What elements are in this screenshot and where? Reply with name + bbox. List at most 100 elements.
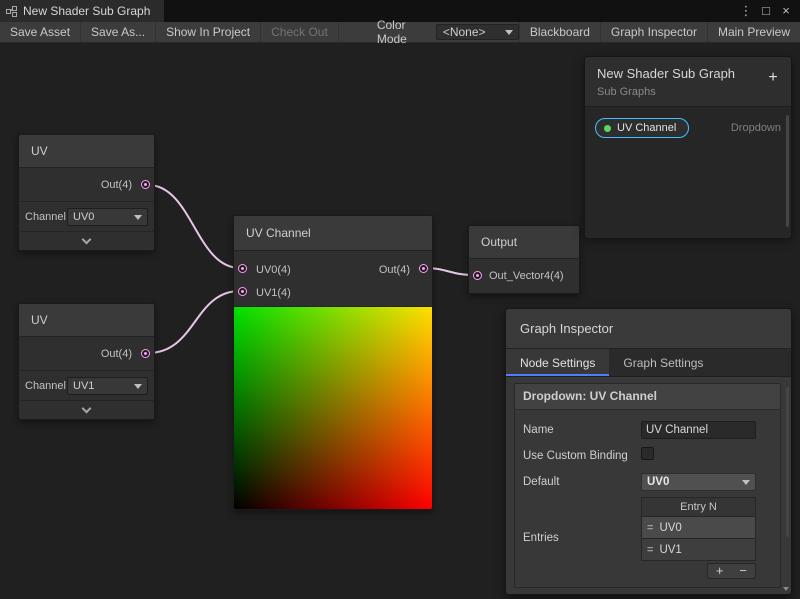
blackboard-header: New Shader Sub Graph Sub Graphs + xyxy=(585,57,791,107)
name-input[interactable] xyxy=(641,421,756,439)
check-out-button[interactable]: Check Out xyxy=(261,22,339,42)
port-label: UV1(4) xyxy=(256,287,291,299)
node-title[interactable]: UV xyxy=(19,304,154,337)
uv-channel-node[interactable]: UV Channel UV0(4) UV1(4) Out(4) xyxy=(233,215,433,510)
window-menu-icon[interactable]: ⋮ xyxy=(736,0,756,22)
save-as-button[interactable]: Save As... xyxy=(81,22,156,42)
uv-node-top[interactable]: UV Out(4) Channel UV0 xyxy=(18,134,155,251)
entry-value: UV1 xyxy=(659,544,681,556)
close-icon[interactable]: × xyxy=(776,0,796,22)
show-in-project-button[interactable]: Show In Project xyxy=(156,22,261,42)
chevron-down-icon xyxy=(82,403,92,413)
add-property-button[interactable]: + xyxy=(765,69,781,87)
out-port[interactable] xyxy=(419,264,428,273)
output-node[interactable]: Output Out_Vector4(4) xyxy=(468,225,580,294)
color-mode-value: <None> xyxy=(443,25,486,39)
node-title[interactable]: UV Channel xyxy=(234,216,432,251)
toolbar-right-group: Blackboard Graph Inspector Main Preview xyxy=(519,22,800,42)
channel-value: UV1 xyxy=(73,380,94,392)
output-port-row: Out(4) xyxy=(19,337,154,370)
chevron-down-icon xyxy=(505,30,513,35)
name-label: Name xyxy=(523,423,641,437)
entry-list-header: Entry N xyxy=(641,497,756,517)
port-label: Out_Vector4(4) xyxy=(489,270,564,282)
wire-uv0[interactable] xyxy=(148,185,240,268)
blackboard-panel[interactable]: New Shader Sub Graph Sub Graphs + UV Cha… xyxy=(584,56,792,236)
tab-title: New Shader Sub Graph xyxy=(23,4,150,18)
ports-section: UV0(4) UV1(4) Out(4) xyxy=(234,251,432,306)
toolbar: Save Asset Save As... Show In Project Ch… xyxy=(0,22,800,43)
exposed-dot-icon xyxy=(604,125,611,132)
out-port[interactable] xyxy=(141,349,150,358)
property-type: Dropdown xyxy=(731,122,781,134)
add-entry-button[interactable]: + xyxy=(708,564,732,578)
use-custom-binding-label: Use Custom Binding xyxy=(523,449,641,463)
uv1-in-port[interactable] xyxy=(238,287,247,296)
blackboard-item-row: UV Channel Dropdown xyxy=(585,115,791,141)
main-preview-toggle-button[interactable]: Main Preview xyxy=(707,22,800,42)
port-label: Out(4) xyxy=(101,179,132,191)
node-title[interactable]: UV xyxy=(19,135,154,168)
port-label: UV0(4) xyxy=(256,264,291,276)
blackboard-body: UV Channel Dropdown xyxy=(585,107,791,238)
color-mode-label: Color Mode xyxy=(369,22,436,42)
section-title: Dropdown: UV Channel xyxy=(515,384,780,410)
out-vector4-port[interactable] xyxy=(473,271,482,280)
save-asset-button[interactable]: Save Asset xyxy=(0,22,81,42)
output-port-row: Out(4) xyxy=(19,168,154,201)
blackboard-toggle-button[interactable]: Blackboard xyxy=(519,22,600,42)
name-field-row: Name xyxy=(523,420,774,439)
collapse-row[interactable] xyxy=(19,400,154,419)
section-body: Name Use Custom Binding xyxy=(515,410,780,587)
graph-inspector-title: Graph Inspector xyxy=(506,309,791,349)
entries-row: Entries Entry N = UV0 = UV1 xyxy=(523,497,774,579)
wire-uv1[interactable] xyxy=(148,291,240,353)
default-field-row: Default UV0 xyxy=(523,473,774,491)
uv-channel-property-pill[interactable]: UV Channel xyxy=(595,118,689,138)
uv0-in-port[interactable] xyxy=(238,264,247,273)
use-custom-binding-checkbox[interactable] xyxy=(641,447,654,460)
entry-value: UV0 xyxy=(659,522,681,534)
graph-inspector-panel[interactable]: Graph Inspector Node Settings Graph Sett… xyxy=(505,308,792,595)
inspector-content: Dropdown: UV Channel Name Use Custom Bin… xyxy=(506,377,791,594)
chevron-down-icon xyxy=(82,234,92,244)
drag-handle-icon[interactable]: = xyxy=(647,544,653,556)
uv-gradient-preview xyxy=(234,306,432,509)
blackboard-title: New Shader Sub Graph xyxy=(597,66,779,81)
inspector-tabs: Node Settings Graph Settings xyxy=(506,349,791,377)
graph-canvas[interactable]: UV Out(4) Channel UV0 UV Out(4) xyxy=(0,43,800,599)
tab-graph-settings[interactable]: Graph Settings xyxy=(609,349,717,376)
inspector-scrollbar[interactable] xyxy=(786,387,789,537)
channel-dropdown[interactable]: UV0 xyxy=(67,208,148,226)
chevron-down-icon xyxy=(134,384,142,389)
chevron-down-icon xyxy=(134,215,142,220)
window-controls: ⋮ □ × xyxy=(736,0,800,22)
entries-label: Entries xyxy=(523,531,641,545)
input-port-row: Out_Vector4(4) xyxy=(469,259,579,293)
uv-node-bottom[interactable]: UV Out(4) Channel UV1 xyxy=(18,303,155,420)
collapse-row[interactable] xyxy=(19,231,154,250)
entry-row-uv0[interactable]: = UV0 xyxy=(641,517,756,539)
remove-entry-button[interactable]: − xyxy=(731,564,755,578)
chevron-down-icon xyxy=(742,480,750,485)
blackboard-scrollbar[interactable] xyxy=(786,115,789,227)
node-title[interactable]: Output xyxy=(469,226,579,259)
document-tab[interactable]: New Shader Sub Graph xyxy=(0,0,164,22)
maximize-icon[interactable]: □ xyxy=(756,0,776,22)
entry-row-uv1[interactable]: = UV1 xyxy=(641,539,756,561)
scroll-down-arrow-icon[interactable] xyxy=(783,587,789,591)
graph-inspector-toggle-button[interactable]: Graph Inspector xyxy=(600,22,707,42)
channel-control-row: Channel UV0 xyxy=(19,201,154,231)
shader-graph-window: New Shader Sub Graph ⋮ □ × Save Asset Sa… xyxy=(0,0,800,599)
out-port[interactable] xyxy=(141,180,150,189)
default-dropdown[interactable]: UV0 xyxy=(641,473,756,491)
custom-binding-row: Use Custom Binding xyxy=(523,447,774,465)
channel-dropdown[interactable]: UV1 xyxy=(67,377,148,395)
default-label: Default xyxy=(523,475,641,489)
color-mode-dropdown[interactable]: <None> xyxy=(436,24,519,40)
entry-list-footer: + − xyxy=(641,563,756,579)
port-label: Out(4) xyxy=(379,264,410,276)
drag-handle-icon[interactable]: = xyxy=(647,522,653,534)
tab-node-settings[interactable]: Node Settings xyxy=(506,349,609,376)
property-name: UV Channel xyxy=(617,122,676,134)
